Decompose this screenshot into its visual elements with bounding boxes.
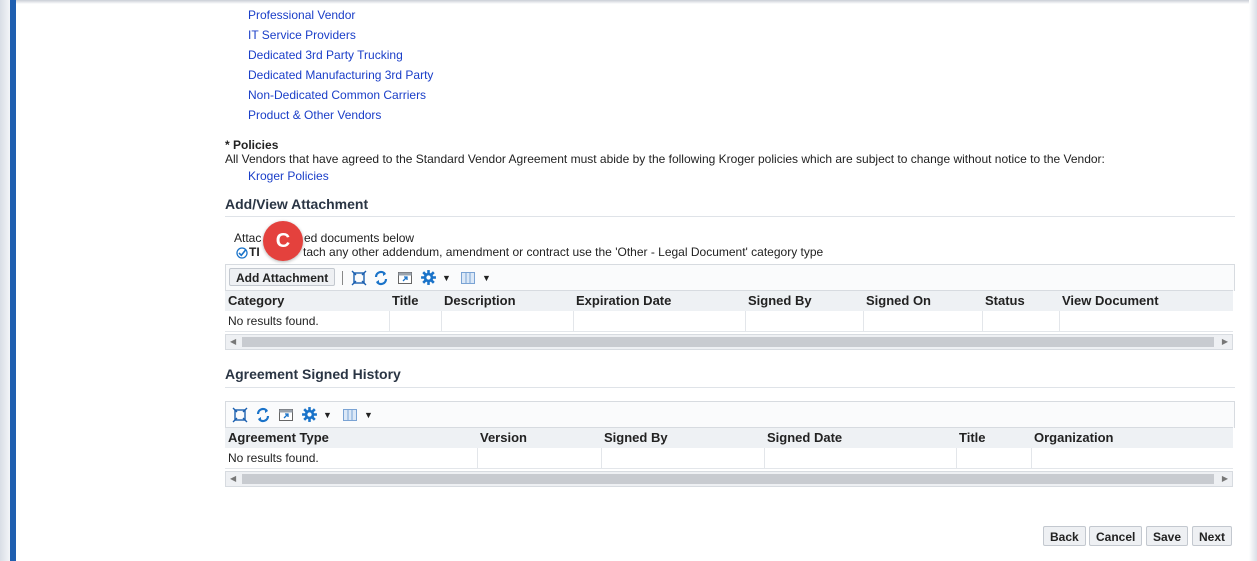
window-accent-bar [10,0,16,561]
refresh-icon[interactable] [373,270,389,286]
vendor-link-professional[interactable]: Professional Vendor [248,8,355,22]
attachment-instruction-start: Attac [234,231,262,245]
scroll-left-icon[interactable]: ◀ [230,472,236,486]
scroll-right-icon[interactable]: ▶ [1222,335,1228,349]
attachment-empty-text: No results found. [228,314,319,328]
refresh-icon[interactable] [255,407,271,423]
column-divider [601,448,602,468]
columns-icon[interactable] [342,407,358,423]
tip-check-icon [236,247,248,259]
attachment-table-header: Category Title Description Expiration Da… [225,290,1233,312]
columns-dropdown-caret-icon[interactable]: ▼ [364,410,373,420]
col-agreement-type[interactable]: Agreement Type [228,430,329,445]
settings-dropdown-caret-icon[interactable]: ▼ [323,410,332,420]
attachment-section-title: Add/View Attachment [225,196,369,212]
settings-gear-icon[interactable] [420,269,437,286]
settings-dropdown-caret-icon[interactable]: ▼ [442,273,451,283]
col-title[interactable]: Title [959,430,986,445]
export-icon[interactable] [397,270,413,286]
export-icon[interactable] [278,407,294,423]
attachment-table-row: No results found. [225,311,1233,332]
col-signed-by[interactable]: Signed By [604,430,668,445]
column-divider [573,311,574,331]
col-signed-by[interactable]: Signed By [748,293,812,308]
settings-gear-icon[interactable] [301,406,318,423]
tip-label: TI [249,245,260,259]
detach-icon[interactable] [351,270,367,286]
columns-dropdown-caret-icon[interactable]: ▼ [482,273,491,283]
save-button[interactable]: Save [1146,526,1189,546]
history-empty-text: No results found. [228,451,319,465]
col-status[interactable]: Status [985,293,1025,308]
scroll-right-icon[interactable]: ▶ [1222,472,1228,486]
column-divider [982,311,983,331]
column-divider [764,448,765,468]
vendor-link-trucking[interactable]: Dedicated 3rd Party Trucking [248,48,403,62]
scrollbar-thumb[interactable] [242,337,1214,347]
col-description[interactable]: Description [444,293,516,308]
toolbar-separator [342,271,343,285]
attachment-section-divider [225,216,1235,217]
window-right-edge [1249,0,1257,561]
page: Professional Vendor IT Service Providers… [0,0,1257,561]
history-section-divider [225,387,1235,388]
columns-icon[interactable] [460,270,476,286]
step-marker-badge: C [263,221,303,261]
history-table-row: No results found. [225,448,1233,469]
column-divider [389,311,390,331]
col-view-document[interactable]: View Document [1062,293,1159,308]
policies-description: All Vendors that have agreed to the Stan… [225,152,1105,166]
attachment-instruction-end: ed documents below [304,231,415,245]
column-divider [441,311,442,331]
add-attachment-button[interactable]: Add Attachment [229,268,336,286]
window-top-edge [0,0,1257,4]
col-version[interactable]: Version [480,430,527,445]
cancel-button[interactable]: Cancel [1089,526,1143,546]
col-title[interactable]: Title [392,293,419,308]
next-button[interactable]: Next [1192,526,1233,546]
policies-label: * Policies [225,138,279,152]
col-category[interactable]: Category [228,293,284,308]
kroger-policies-link[interactable]: Kroger Policies [248,169,329,183]
col-signed-on[interactable]: Signed On [866,293,931,308]
vendor-link-it-service[interactable]: IT Service Providers [248,28,356,42]
window-left-edge [0,0,10,561]
column-divider [956,448,957,468]
column-divider [1059,311,1060,331]
column-divider [863,311,864,331]
history-toolbar: ▼ ▼ [225,401,1235,428]
back-button[interactable]: Back [1043,526,1086,546]
column-divider [1031,448,1032,468]
col-expiration-date[interactable]: Expiration Date [576,293,671,308]
vendor-link-manufacturing[interactable]: Dedicated Manufacturing 3rd Party [248,68,433,82]
history-section-title: Agreement Signed History [225,366,401,382]
attachment-toolbar: Add Attachment ▼ ▼ [225,264,1235,291]
history-horizontal-scrollbar[interactable]: ◀ ▶ [225,471,1233,487]
column-divider [745,311,746,331]
col-signed-date[interactable]: Signed Date [767,430,842,445]
tip-text: tach any other addendum, amendment or co… [303,245,824,259]
scrollbar-thumb[interactable] [242,474,1214,484]
scroll-left-icon[interactable]: ◀ [230,335,236,349]
detach-icon[interactable] [232,407,248,423]
vendor-link-common-carriers[interactable]: Non-Dedicated Common Carriers [248,88,426,102]
history-table-header: Agreement Type Version Signed By Signed … [225,427,1233,449]
vendor-link-product-other[interactable]: Product & Other Vendors [248,108,381,122]
col-organization[interactable]: Organization [1034,430,1113,445]
column-divider [477,448,478,468]
attachment-horizontal-scrollbar[interactable]: ◀ ▶ [225,334,1233,350]
